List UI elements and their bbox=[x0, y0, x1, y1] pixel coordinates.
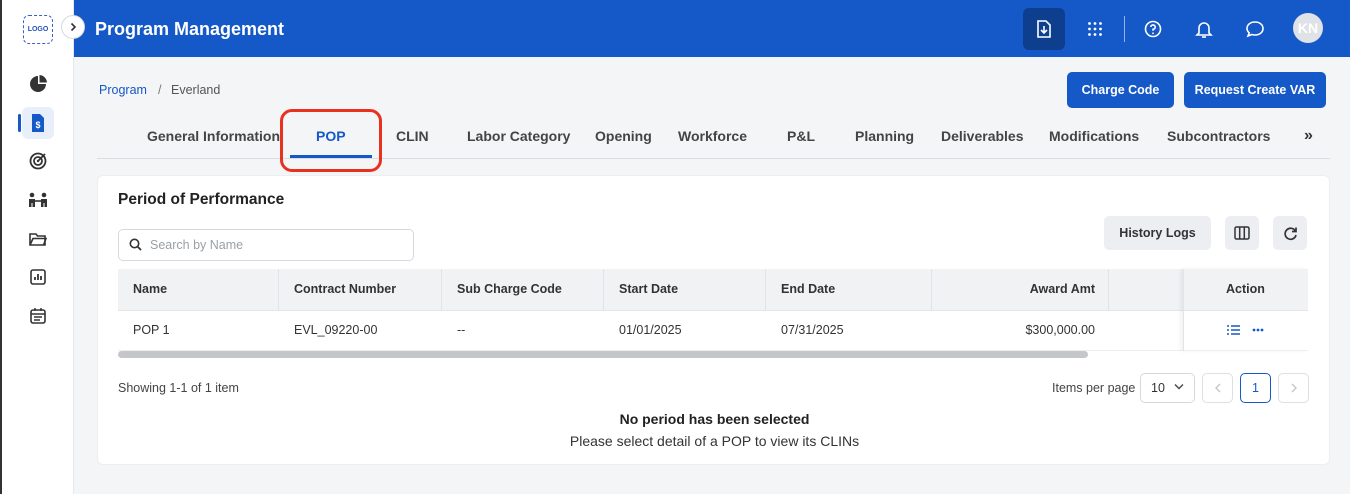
period-of-performance-card: Period of Performance History Logs Name … bbox=[97, 175, 1330, 465]
app-title: Program Management bbox=[95, 19, 285, 39]
logo: LOGO bbox=[23, 15, 53, 44]
bell-icon[interactable] bbox=[1183, 8, 1225, 50]
finance-icon[interactable]: $ bbox=[22, 107, 54, 139]
tab-modifications[interactable]: Modifications bbox=[1049, 128, 1139, 144]
search-box bbox=[118, 229, 414, 261]
empty-state-subtitle: Please select detail of a POP to view it… bbox=[569, 433, 860, 449]
tab-clin[interactable]: CLIN bbox=[396, 128, 429, 144]
cell-sub-charge-code: -- bbox=[457, 323, 466, 337]
sidebar-collapse-button[interactable] bbox=[61, 15, 85, 39]
section-title: Period of Performance bbox=[118, 191, 285, 208]
top-bar: Program Management KN bbox=[74, 0, 1350, 57]
tab-labor-category[interactable]: Labor Category bbox=[467, 128, 570, 144]
apps-grid-icon[interactable] bbox=[1074, 8, 1116, 50]
avatar[interactable]: KN bbox=[1293, 13, 1323, 43]
action-column bbox=[1183, 269, 1308, 351]
columns-icon bbox=[1234, 226, 1250, 240]
breadcrumb-current: Everland bbox=[171, 83, 221, 97]
tab-opening[interactable]: Opening bbox=[595, 128, 652, 144]
tab-general-information[interactable]: General Information bbox=[147, 128, 280, 144]
breadcrumb-program-link[interactable]: Program bbox=[99, 83, 147, 97]
empty-state-title: No period has been selected bbox=[619, 411, 810, 427]
showing-count: Showing 1-1 of 1 item bbox=[118, 381, 239, 395]
pop-tab-highlight-annotation bbox=[280, 109, 382, 172]
tab-deliverables[interactable]: Deliverables bbox=[941, 128, 1024, 144]
next-page-button[interactable] bbox=[1278, 373, 1309, 403]
chat-icon[interactable] bbox=[1234, 8, 1276, 50]
chevron-down-icon bbox=[1174, 384, 1184, 390]
search-icon bbox=[129, 238, 142, 251]
refresh-button[interactable] bbox=[1273, 216, 1307, 250]
request-create-var-button[interactable]: Request Create VAR bbox=[1184, 72, 1326, 108]
more-options-icon[interactable] bbox=[1252, 328, 1264, 332]
help-icon[interactable] bbox=[1132, 8, 1174, 50]
sidebar-active-indicator bbox=[18, 114, 21, 132]
cell-start-date: 01/01/2025 bbox=[619, 323, 682, 337]
tab-pl[interactable]: P&L bbox=[787, 128, 815, 144]
items-per-page-select[interactable]: 10 bbox=[1140, 373, 1195, 403]
tab-subcontractors[interactable]: Subcontractors bbox=[1167, 128, 1270, 144]
team-icon[interactable] bbox=[22, 184, 54, 216]
cell-end-date: 07/31/2025 bbox=[781, 323, 844, 337]
charge-code-button[interactable]: Charge Code bbox=[1067, 72, 1174, 108]
col-header-name[interactable]: Name bbox=[133, 282, 167, 296]
tab-workforce[interactable]: Workforce bbox=[678, 128, 747, 144]
sidebar: LOGO $ bbox=[2, 0, 74, 494]
svg-text:$: $ bbox=[35, 120, 40, 130]
col-header-award-amt[interactable]: Award Amt bbox=[1030, 282, 1095, 296]
folder-icon[interactable] bbox=[22, 223, 54, 255]
page-1-button[interactable]: 1 bbox=[1240, 373, 1271, 403]
col-header-sub-charge-code[interactable]: Sub Charge Code bbox=[457, 282, 562, 296]
table-row[interactable]: POP 1 EVL_09220-00 -- 01/01/2025 07/31/2… bbox=[118, 311, 1308, 351]
dashboard-icon[interactable] bbox=[22, 68, 54, 100]
topbar-divider bbox=[1124, 16, 1125, 42]
cell-award-amt: $300,000.00 bbox=[1025, 323, 1095, 337]
horizontal-scrollbar[interactable] bbox=[118, 351, 1088, 358]
chevron-right-icon bbox=[70, 22, 77, 32]
calendar-icon[interactable] bbox=[22, 299, 54, 331]
history-logs-button[interactable]: History Logs bbox=[1104, 216, 1211, 250]
col-header-contract-number[interactable]: Contract Number bbox=[294, 282, 396, 296]
items-per-page-value: 10 bbox=[1151, 381, 1165, 395]
target-icon[interactable] bbox=[22, 145, 54, 177]
cell-contract-number: EVL_09220-00 bbox=[294, 323, 378, 337]
download-icon[interactable] bbox=[1023, 8, 1065, 50]
search-input[interactable] bbox=[150, 236, 400, 254]
list-detail-icon[interactable] bbox=[1227, 325, 1240, 335]
tab-planning[interactable]: Planning bbox=[855, 128, 914, 144]
cell-name: POP 1 bbox=[133, 323, 170, 337]
breadcrumb-separator: / bbox=[158, 83, 162, 97]
pop-table: Name Contract Number Sub Charge Code Sta… bbox=[118, 269, 1308, 359]
table-header: Name Contract Number Sub Charge Code Sta… bbox=[118, 269, 1308, 311]
refresh-icon bbox=[1283, 226, 1297, 240]
prev-page-button[interactable] bbox=[1202, 373, 1233, 403]
tabs-scroll-right-button[interactable]: » bbox=[1304, 127, 1313, 145]
chevron-right-icon bbox=[1291, 383, 1297, 393]
report-icon[interactable] bbox=[22, 261, 54, 293]
col-header-start-date[interactable]: Start Date bbox=[619, 282, 678, 296]
chevron-left-icon bbox=[1214, 383, 1220, 393]
columns-toggle-button[interactable] bbox=[1225, 216, 1259, 250]
col-header-end-date[interactable]: End Date bbox=[781, 282, 835, 296]
items-per-page-label: Items per page bbox=[1052, 381, 1136, 395]
